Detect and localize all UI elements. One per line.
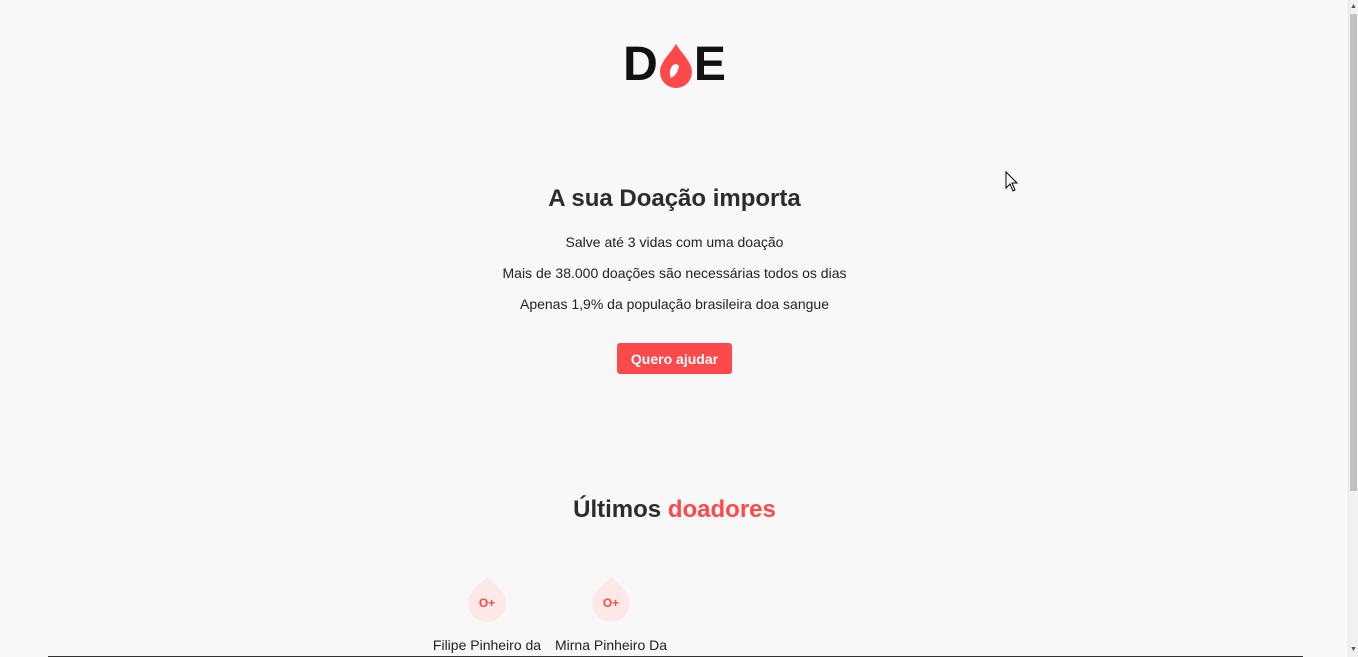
logo-letter-e: E (693, 38, 726, 91)
blood-drop-icon: O+ (466, 576, 508, 624)
hero-fact-2: Mais de 38.000 doações são necessárias t… (502, 265, 847, 281)
scroll-up-arrow-icon[interactable]: ▲ (1349, 2, 1358, 12)
donor-list: O+ Filipe Pinheiro da O+ Mirna Pinheiro … (425, 576, 673, 654)
donors-title-prefix: Últimos (573, 496, 662, 523)
donor-name: Filipe Pinheiro da (432, 637, 542, 653)
donor-blood-type: O+ (478, 596, 496, 610)
donor-card: O+ Mirna Pinheiro Da (549, 576, 673, 654)
blood-drop-icon: O+ (590, 576, 632, 624)
scroll-down-arrow-icon[interactable]: ▼ (1349, 645, 1358, 655)
quero-ajudar-button[interactable]: Quero ajudar (617, 343, 732, 374)
hero-fact-3: Apenas 1,9% da população brasileira doa … (519, 296, 829, 312)
hero-title: A sua Doação importa (548, 185, 801, 212)
logo[interactable]: D E (0, 38, 1349, 91)
cta-container: Quero ajudar (0, 343, 1349, 374)
vertical-scrollbar[interactable]: ▲ ▼ (1348, 0, 1358, 657)
blood-drop-icon (658, 42, 694, 88)
mouse-pointer-icon (1005, 171, 1019, 192)
logo-letter-d: D (623, 38, 658, 91)
scrollbar-thumb[interactable] (1350, 14, 1357, 491)
donor-name: Mirna Pinheiro Da (554, 637, 668, 653)
donor-blood-type: O+ (602, 596, 620, 610)
donor-card: O+ Filipe Pinheiro da (425, 576, 549, 654)
donors-section-title: Últimos doadores (0, 495, 1349, 525)
page: D E A sua Doação importa Salve até 3 vid… (0, 0, 1349, 657)
hero-fact-1: Salve até 3 vidas com uma doação (565, 234, 784, 250)
donors-title-accent: doadores (667, 496, 776, 523)
logo-wordmark: D E (623, 38, 726, 91)
